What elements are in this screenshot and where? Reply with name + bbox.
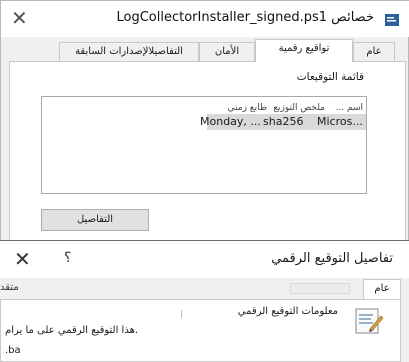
title-bar: ✕ LogCollectorInstaller_signed.ps1 خصائص xyxy=(1,1,409,37)
tab-digital-signatures[interactable]: تواقيع رقمية xyxy=(255,39,353,62)
table-row[interactable]: Micros... sha256 Monday, ... xyxy=(200,114,366,130)
tab-details-previous-versions[interactable]: التفاصيلالإصدارات السابقة xyxy=(59,42,199,61)
cell-digest: sha256 xyxy=(263,115,304,128)
tab-strip: عام تواقيع رقمية الأمان التفاصيلالإصدارا… xyxy=(1,39,409,62)
dialog-title: تفاصيل التوقيع الرقمي xyxy=(271,251,393,266)
tab-security[interactable]: الأمان xyxy=(199,42,255,61)
window-title: LogCollectorInstaller_signed.ps1 خصائص xyxy=(116,10,374,25)
info-title: معلومات التوقيع الرقمي xyxy=(237,306,338,317)
general-panel: معلومات التوقيع الرقمي هذا التوقيع الرقم… xyxy=(0,299,401,362)
signature-list[interactable]: اسم ... ملخص التوزيع طابع زمني Micros...… xyxy=(41,96,367,194)
tab-details-label: التفاصيل xyxy=(148,46,183,57)
close-icon[interactable]: ✕ xyxy=(14,247,31,271)
tab-general[interactable]: عام xyxy=(353,42,395,61)
tab-advanced-partial[interactable]: متقد xyxy=(0,282,19,293)
file-properties-window: ✕ LogCollectorInstaller_signed.ps1 خصائص… xyxy=(0,0,409,251)
signature-status-text: هذا التوقيع الرقمي على ما يرام. xyxy=(5,325,139,336)
signature-list-label: قائمة التوقيعات xyxy=(296,71,364,83)
cell-timestamp: Monday, ... xyxy=(200,115,261,128)
script-file-icon xyxy=(385,14,399,26)
close-icon[interactable]: ✕ xyxy=(11,6,28,30)
cell-name: Micros... xyxy=(317,115,363,128)
divider xyxy=(181,310,182,318)
header-name[interactable]: اسم ... xyxy=(336,103,363,113)
help-icon[interactable]: ؟ xyxy=(64,250,71,266)
details-button[interactable]: التفاصيل xyxy=(41,209,149,231)
status-text-fragment: .ba xyxy=(5,345,21,356)
tab-placeholder xyxy=(290,283,350,294)
signed-certificate-icon xyxy=(355,308,384,334)
tab-previous-versions-label: الإصدارات السابقة xyxy=(75,46,149,57)
dialog-body: متقد عام معلومات التوقيع الرقمي هذا التو… xyxy=(0,278,409,362)
header-timestamp[interactable]: طابع زمني xyxy=(228,103,267,113)
tab-general[interactable]: عام xyxy=(363,279,401,299)
signature-details-dialog: ✕ ؟ تفاصيل التوقيع الرقمي متقد عام معلوم… xyxy=(0,240,409,362)
header-digest[interactable]: ملخص التوزيع xyxy=(273,103,325,113)
